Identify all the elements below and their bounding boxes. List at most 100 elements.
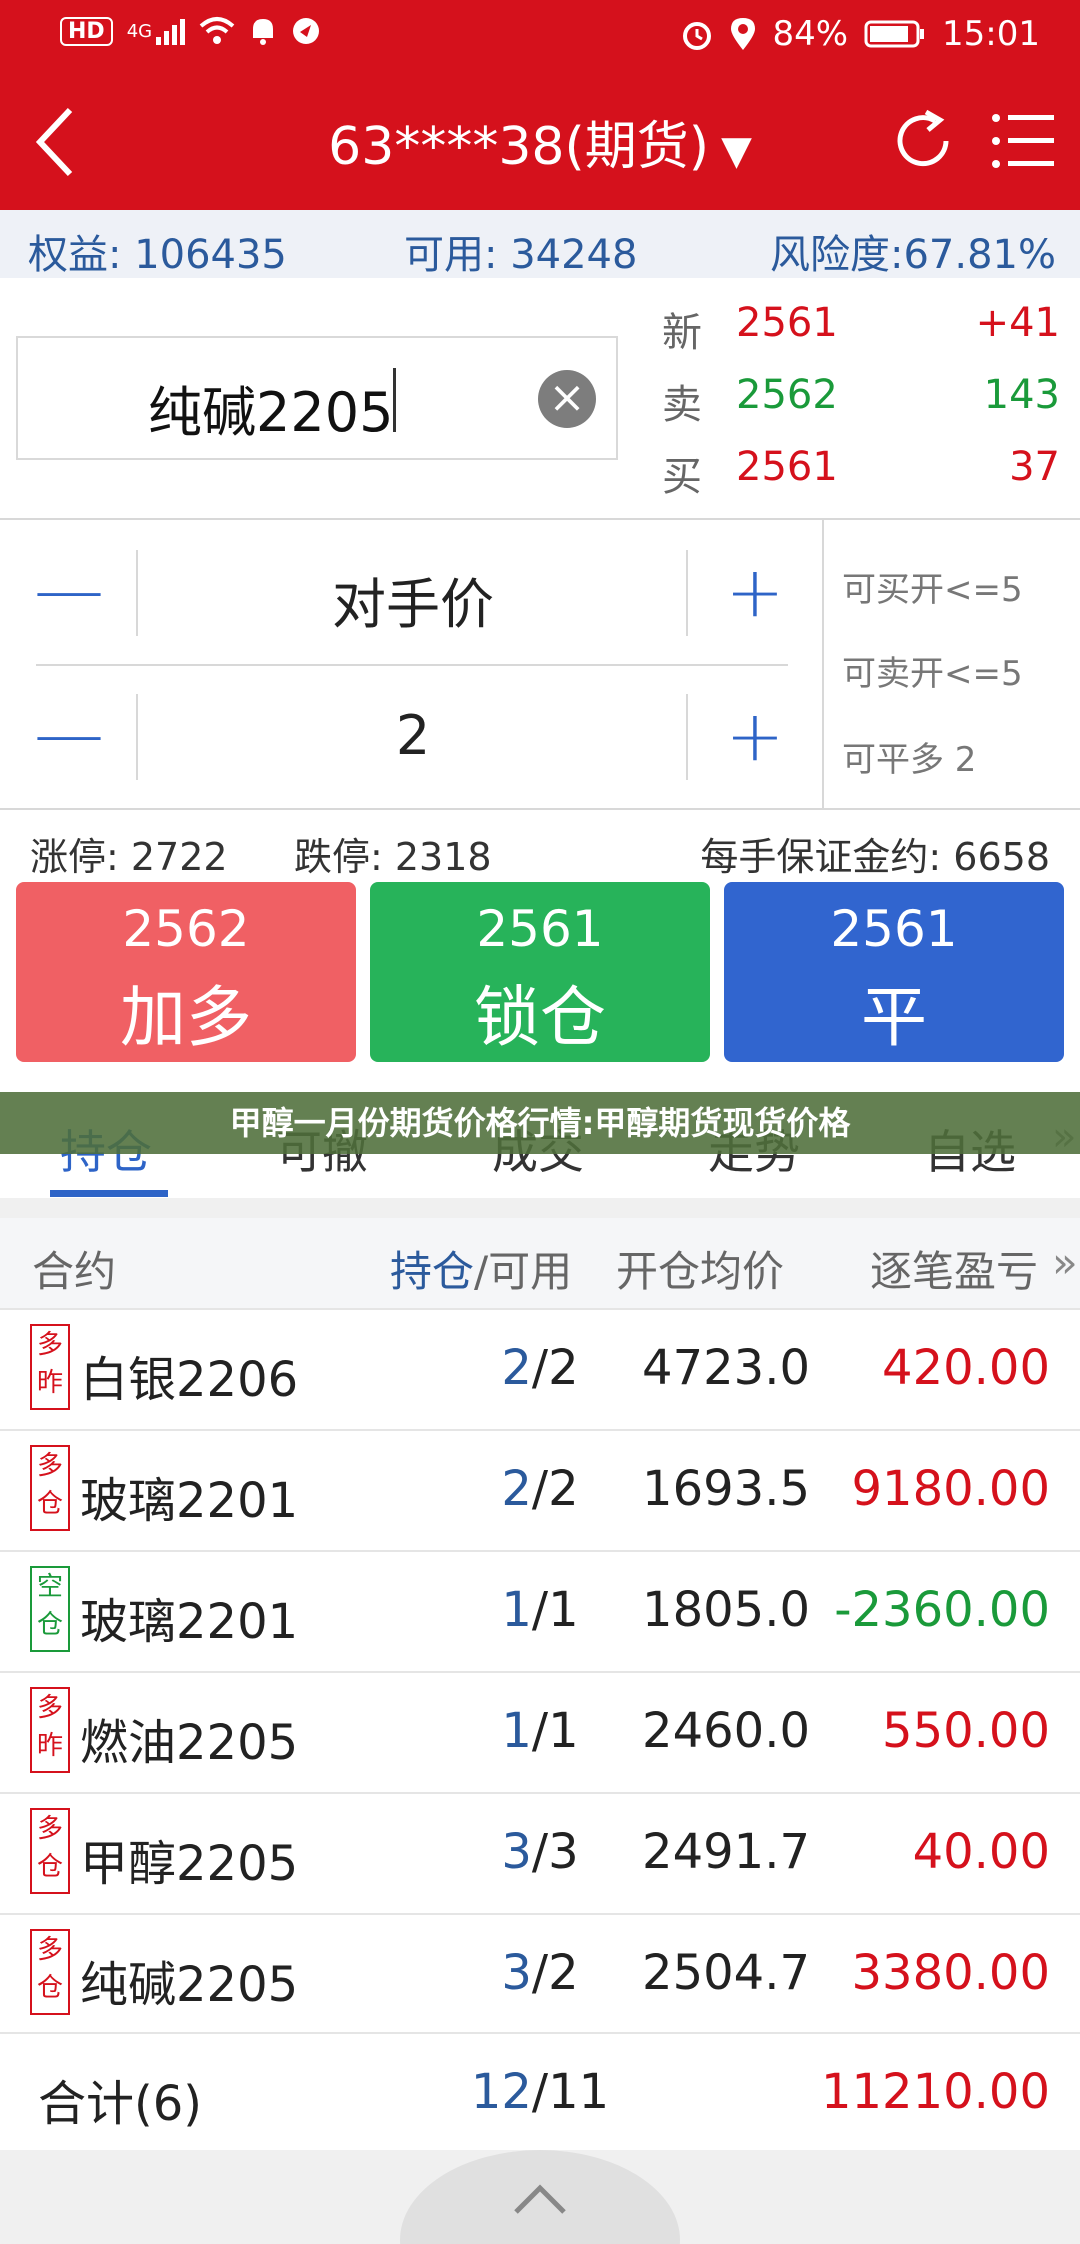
quote-change: +41 xyxy=(975,300,1060,346)
hold-cell: 1/1 xyxy=(440,1582,640,1638)
hold-count: 3 xyxy=(501,1945,532,2001)
clear-icon[interactable]: × xyxy=(538,370,596,428)
add-long-button[interactable]: 2562 加多 xyxy=(16,882,356,1062)
app-notification-icon xyxy=(293,18,320,44)
price-minus-button[interactable]: — xyxy=(34,555,104,628)
app-header: 63****38(期货) ▼ xyxy=(0,72,1080,210)
trade-price: 2561 xyxy=(830,900,958,958)
avg-open-price: 1693.5 xyxy=(642,1461,810,1517)
position-type-badge: 多仓 xyxy=(30,1808,70,1894)
lock-position-button[interactable]: 2561 锁仓 xyxy=(370,882,710,1062)
table-row[interactable]: 多仓 纯碱2205 3/2 2504.7 3380.00 xyxy=(0,1913,1080,2034)
hold-cell: 2/2 xyxy=(440,1340,640,1396)
margin-per-lot: 每手保证金约: 6658 xyxy=(700,835,1050,879)
contract-name: 白银2206 xyxy=(80,1352,299,1408)
active-tab-indicator xyxy=(50,1190,168,1197)
table-row[interactable]: 多昨 白银2206 2/2 4723.0 420.00 xyxy=(0,1308,1080,1429)
status-bar: HD 4G 84% 15:01 xyxy=(0,0,1080,72)
header-hold-blue: 持仓 xyxy=(390,1247,475,1296)
quote-bid: 买 2561 37 xyxy=(660,444,1060,504)
position-type-badge: 多仓 xyxy=(30,1445,70,1531)
position-pnl: 550.00 xyxy=(882,1703,1050,1759)
price-plus-button[interactable]: + xyxy=(720,557,790,630)
divider xyxy=(0,808,1080,810)
status-right: 84% 15:01 xyxy=(680,14,1040,54)
header-contract: 合约 xyxy=(32,1247,117,1296)
price-mode-selector[interactable]: 对手价 xyxy=(140,560,686,639)
table-row[interactable]: 空仓 玻璃2201 1/1 1805.0 -2360.00 xyxy=(0,1550,1080,1671)
positions-total: 合计(6) 12/11 11210.00 xyxy=(0,2032,1080,2152)
hold-cell: 3/2 xyxy=(440,1945,640,2001)
available-count: /1 xyxy=(531,1703,579,1759)
contract-name: 纯碱2205 xyxy=(80,1957,299,2013)
section-gap xyxy=(0,1198,1080,1218)
trade-label: 平 xyxy=(861,979,927,1056)
quote-label: 买 xyxy=(662,454,702,500)
header-pnl: 逐笔盈亏 xyxy=(870,1247,1039,1296)
avg-open-price: 2491.7 xyxy=(642,1824,810,1880)
trade-label: 加多 xyxy=(120,979,252,1056)
available-value: 可用: 34248 xyxy=(404,232,638,278)
symbol-input[interactable]: 纯碱2205 × xyxy=(16,336,618,460)
divider xyxy=(136,694,138,780)
available-count: /2 xyxy=(531,1340,579,1396)
contract-name: 燃油2205 xyxy=(80,1715,299,1771)
table-row[interactable]: 多仓 玻璃2201 2/2 1693.5 9180.00 xyxy=(0,1429,1080,1550)
position-pnl: 40.00 xyxy=(912,1824,1050,1880)
hold-count: 2 xyxy=(501,1340,532,1396)
total-label: 合计(6) xyxy=(38,2076,202,2132)
trade-label: 锁仓 xyxy=(474,979,606,1056)
divider xyxy=(136,550,138,636)
account-summary: 权益: 106435 可用: 34248 风险度:67.81% xyxy=(0,210,1080,278)
chevron-up-icon[interactable] xyxy=(510,2180,570,2220)
close-position-button[interactable]: 2561 平 xyxy=(724,882,1064,1062)
avg-open-price: 2504.7 xyxy=(642,1945,810,2001)
table-row[interactable]: 多仓 甲醇2205 3/3 2491.7 40.00 xyxy=(0,1792,1080,1913)
total-hold-count: 12 xyxy=(470,2064,532,2120)
divider xyxy=(686,550,688,636)
menu-icon[interactable] xyxy=(990,108,1056,174)
positions-table-header: 合约 持仓/可用 开仓均价 逐笔盈亏 » xyxy=(0,1218,1080,1308)
hd-badge: HD xyxy=(60,16,113,46)
avg-open-price: 2460.0 xyxy=(642,1703,810,1759)
trade-price: 2562 xyxy=(122,900,250,958)
overlay-banner: 甲醇一月份期货价格行情:甲醇期货现货价格 xyxy=(0,1092,1080,1154)
quantity-plus-button[interactable]: + xyxy=(720,701,790,774)
quote-label: 卖 xyxy=(662,382,702,428)
quantity-input[interactable]: 2 xyxy=(140,704,686,767)
header-avg-price: 开仓均价 xyxy=(616,1247,785,1296)
position-type-badge: 多仓 xyxy=(30,1929,70,2015)
battery-icon xyxy=(864,20,925,48)
position-type-badge: 多昨 xyxy=(30,1324,70,1410)
table-row[interactable]: 多昨 燃油2205 1/1 2460.0 550.00 xyxy=(0,1671,1080,1792)
quantity-minus-button[interactable]: — xyxy=(34,699,104,772)
trade-price: 2561 xyxy=(476,900,604,958)
divider xyxy=(822,520,824,810)
max-close-long: 可平多 2 xyxy=(842,740,977,780)
hold-count: 2 xyxy=(501,1461,532,1517)
quote-ask: 卖 2562 143 xyxy=(660,372,1060,432)
quote-label: 新 xyxy=(662,310,702,356)
account-title-text: 63****38(期货) xyxy=(328,117,710,177)
contract-name: 玻璃2201 xyxy=(80,1594,299,1650)
location-icon xyxy=(731,18,756,50)
header-more-icon[interactable]: » xyxy=(1052,1238,1078,1287)
quote-last: 新 2561 +41 xyxy=(660,300,1060,360)
position-pnl: 3380.00 xyxy=(851,1945,1051,2001)
alarm-icon xyxy=(683,22,712,50)
status-left: HD 4G xyxy=(60,16,321,46)
symbol-input-value: 纯碱2205 xyxy=(148,381,394,444)
network-label: 4G xyxy=(126,20,153,42)
total-pnl: 11210.00 xyxy=(820,2064,1050,2120)
available-count: /2 xyxy=(531,1945,579,2001)
header-hold: 持仓/可用 xyxy=(390,1238,572,1299)
hold-count: 3 xyxy=(501,1824,532,1880)
chevron-down-icon: ▼ xyxy=(721,128,752,174)
hold-cell: 2/2 xyxy=(440,1461,640,1517)
wifi-icon xyxy=(199,17,235,44)
limit-up: 涨停: 2722 xyxy=(30,835,228,879)
position-type-badge: 空仓 xyxy=(30,1566,70,1652)
refresh-icon[interactable] xyxy=(888,106,958,176)
text-cursor xyxy=(393,368,396,432)
header-hold-rest: /可用 xyxy=(474,1247,573,1296)
